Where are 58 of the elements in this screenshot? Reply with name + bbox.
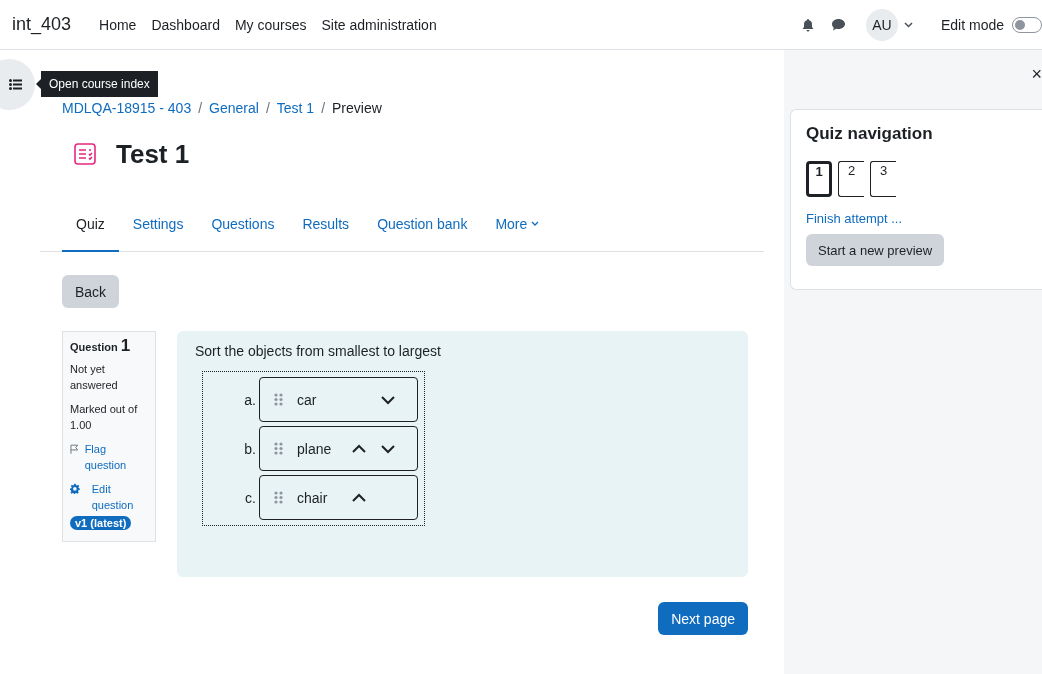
page-title: Test 1 [116,138,190,170]
edit-mode-label: Edit mode [940,16,1004,33]
item-text: car [297,391,318,408]
item-text: plane [297,440,333,457]
flag-icon [70,444,79,454]
breadcrumb-link[interactable]: General [209,100,259,116]
drag-handle-icon[interactable] [274,491,283,504]
breadcrumb-link[interactable]: MDLQA-18915 - 403 [62,100,192,116]
gear-icon [70,483,80,494]
sortable-item[interactable]: plane [259,426,418,471]
tab[interactable]: Results [288,197,364,252]
quiz-icon [72,141,98,167]
nav-link[interactable]: My courses [234,16,307,33]
bell-icon[interactable] [800,17,815,32]
tab[interactable]: Question bank [363,197,482,252]
item-marker: b. [243,440,257,457]
item-text: chair [297,489,329,506]
question-nav-button[interactable]: 3 [870,161,896,197]
edit-question-link[interactable]: Edit question [91,481,148,513]
close-icon[interactable]: × [790,64,1042,84]
question-state: Not yet answered [70,362,119,393]
nav-link[interactable]: Home [99,16,137,33]
tab[interactable]: Settings [118,197,198,252]
version-badge: v1 (latest) [70,516,132,530]
new-preview-button[interactable]: Start a new preview [806,234,945,266]
question-nav-button[interactable]: 2 [838,161,864,197]
item-marker: c. [244,489,257,506]
breadcrumb-separator: / [198,100,203,116]
breadcrumb-link[interactable]: Test 1 [276,100,315,116]
caret-icon[interactable] [903,21,913,28]
tab[interactable]: Questions [197,197,289,252]
question-nav-button[interactable]: 1 [806,161,832,197]
question-number: Question 1 [70,338,132,355]
tooltip: Open course index [36,71,158,97]
item-marker: a. [243,391,257,408]
back-button[interactable]: Back [62,275,120,308]
nav-link[interactable]: Dashboard [151,16,220,33]
flag-question-link[interactable]: Flag question [84,441,148,473]
tab[interactable]: Quiz [62,197,119,252]
chat-bubble-icon[interactable] [830,17,846,32]
quiz-navigation-title: Quiz navigation [806,124,934,144]
nav-link[interactable]: Site administration [321,16,437,33]
breadcrumb-separator: / [321,100,326,116]
finish-attempt-link[interactable]: Finish attempt ... [806,211,1027,226]
breadcrumb-current: Preview [332,100,382,116]
sortable-item[interactable]: chair [259,475,418,520]
caret-icon [531,221,540,226]
list-icon [9,79,22,90]
question-text: Sort the objects from smallest to largest [195,343,442,359]
drag-handle-icon[interactable] [274,393,283,406]
breadcrumb-separator: / [265,100,270,116]
site-name[interactable]: int_403 [12,14,72,35]
question-marks: Marked out of 1.00 [70,402,139,433]
user-avatar[interactable]: AU [865,8,898,41]
tab[interactable]: More [481,197,554,252]
next-page-button[interactable]: Next page [658,602,748,635]
drag-handle-icon[interactable] [274,442,283,455]
sortable-item[interactable]: car [259,377,418,422]
